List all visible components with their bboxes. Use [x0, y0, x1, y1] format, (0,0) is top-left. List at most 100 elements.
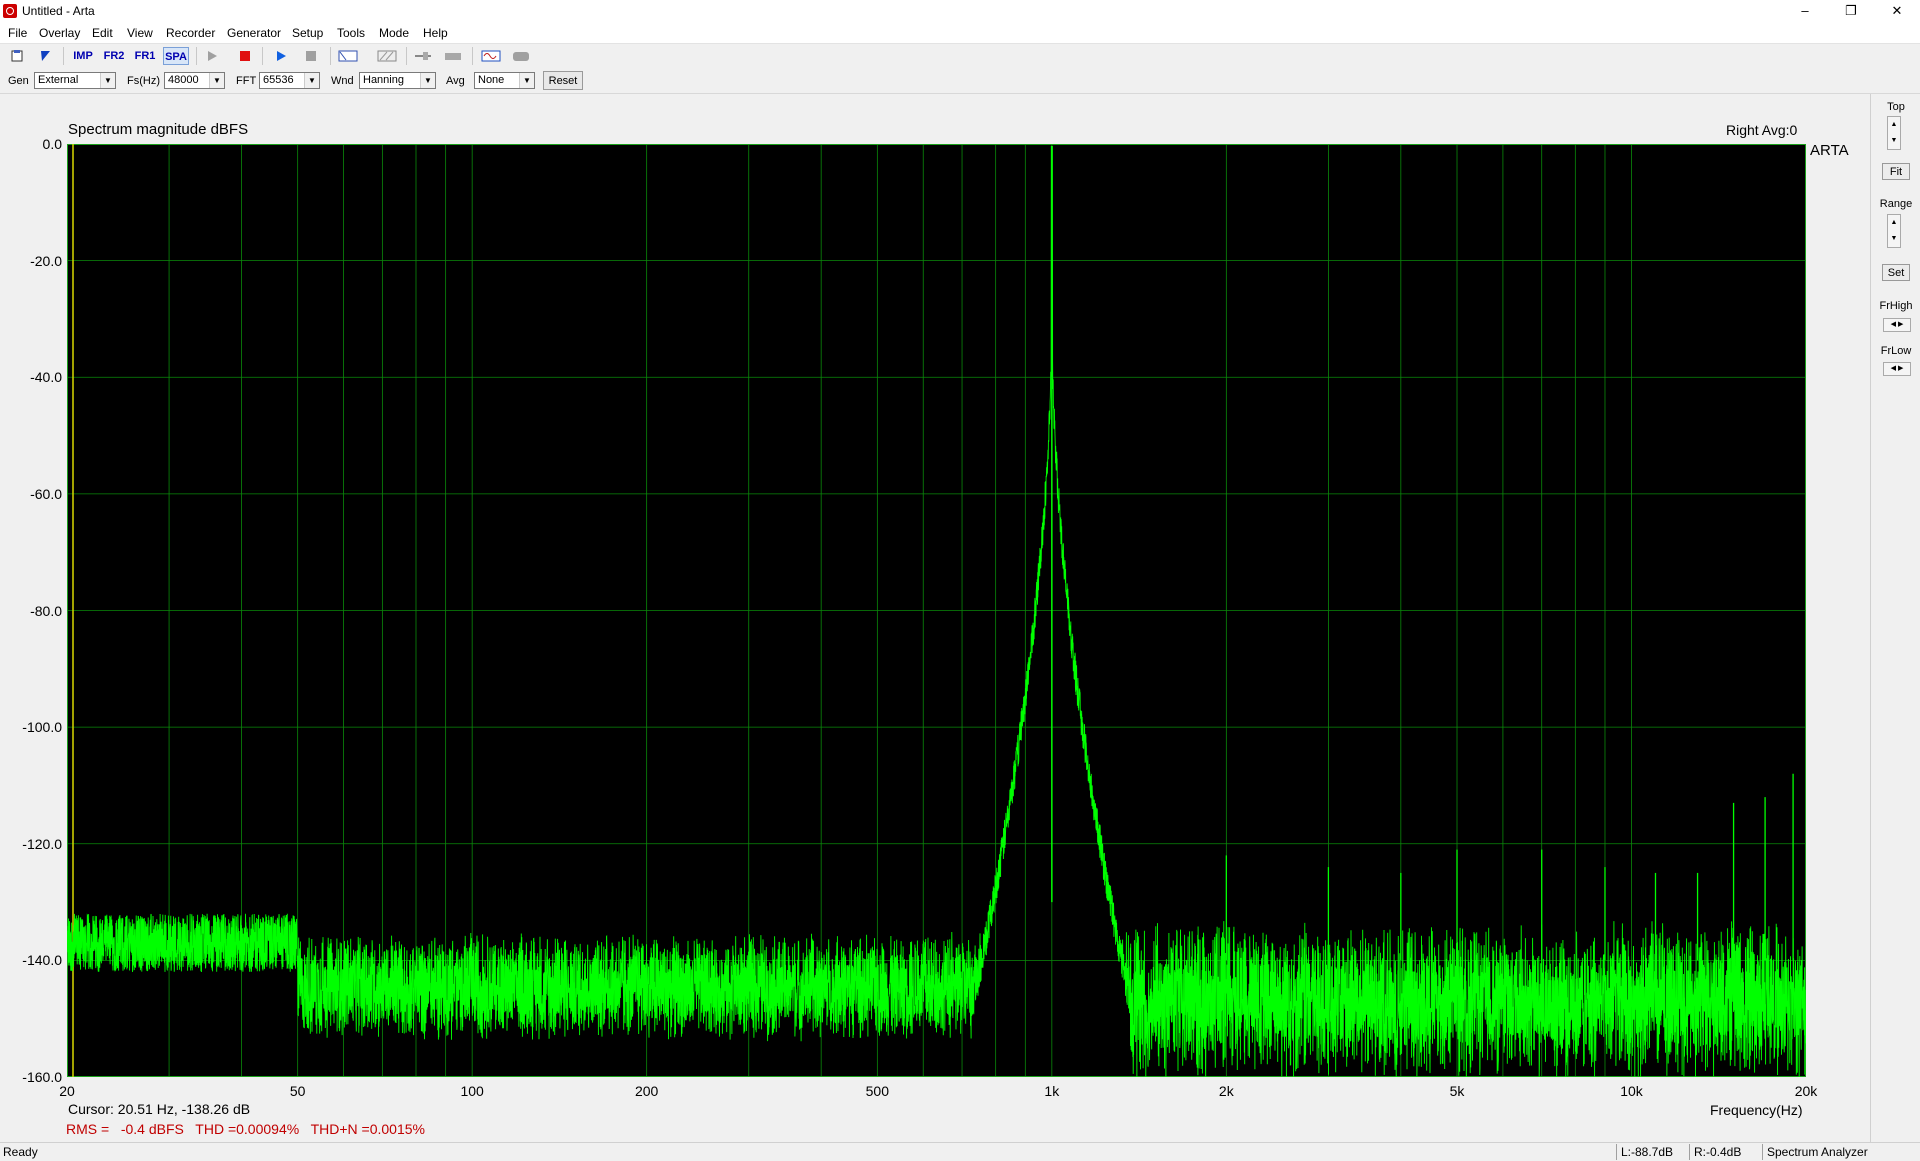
x-axis-label: Frequency(Hz)	[1710, 1102, 1803, 1118]
set-button[interactable]: Set	[1882, 264, 1910, 281]
toolbar-separator	[472, 47, 473, 65]
avg-label: Avg	[446, 75, 465, 87]
abc-button[interactable]	[337, 47, 359, 65]
scale-control-panel: Top ▲ ▼ Fit Range ▲ ▼ Set FrHigh ◀ ▶ FrLow…	[1870, 94, 1920, 1142]
chevron-down-icon: ▼	[100, 73, 115, 88]
start-analyzer-button[interactable]	[272, 47, 290, 65]
fs-value: 48000	[168, 74, 199, 86]
y-tick-label: -120.0	[22, 835, 62, 852]
x-tick-label: 20k	[1794, 1083, 1818, 1099]
slider-icon	[415, 52, 431, 60]
top-spinner[interactable]: ▲ ▼	[1887, 116, 1901, 150]
window-value: Hanning	[363, 74, 404, 86]
window-select[interactable]: Hanning ▼	[359, 72, 436, 89]
status-mode: Spectrum Analyzer	[1767, 1145, 1868, 1159]
restore-button[interactable]: ❐	[1828, 0, 1874, 23]
y-tick-label: -140.0	[22, 952, 62, 969]
gen-select[interactable]: External ▼	[34, 72, 116, 89]
avg-value: None	[478, 74, 505, 86]
menu-view[interactable]: View	[127, 26, 153, 40]
hatch-icon	[377, 50, 397, 62]
menu-edit[interactable]: Edit	[92, 26, 113, 40]
x-tick-label: 20	[59, 1083, 75, 1099]
x-tick-label: 100	[460, 1083, 484, 1099]
new-file-button[interactable]	[8, 47, 26, 65]
arta-app-icon	[3, 4, 17, 18]
new-file-icon	[11, 50, 23, 62]
fft-select[interactable]: 65536 ▼	[259, 72, 320, 89]
y-tick-label: -40.0	[30, 369, 62, 386]
frhigh-label: FrHigh	[1879, 300, 1913, 312]
menu-tools[interactable]: Tools	[337, 26, 365, 40]
frlow-spinner[interactable]: ◀ ▶	[1883, 362, 1911, 376]
x-tick-label: 1k	[1044, 1083, 1060, 1099]
reset-button[interactable]: Reset	[543, 71, 583, 90]
menu-mode[interactable]: Mode	[379, 26, 409, 40]
stop-analyzer-button[interactable]	[302, 47, 320, 65]
menu-recorder[interactable]: Recorder	[166, 26, 215, 40]
play-button[interactable]	[203, 47, 221, 65]
pill-icon	[513, 52, 529, 61]
spa-mode-button[interactable]: SPA	[163, 47, 189, 65]
sine-wave-icon	[481, 50, 501, 62]
cursor-readout: Cursor: 20.51 Hz, -138.26 dB	[68, 1101, 251, 1117]
menu-generator[interactable]: Generator	[227, 26, 281, 40]
fs-select[interactable]: 48000 ▼	[164, 72, 225, 89]
y-tick-label: -20.0	[30, 252, 62, 269]
range-spinner[interactable]: ▲ ▼	[1887, 214, 1901, 248]
window-title: Untitled - Arta	[22, 4, 95, 18]
waveform-button[interactable]	[480, 47, 502, 65]
status-bar: Ready L:-88.7dB R:-0.4dB Spectrum Analyz…	[0, 1142, 1920, 1161]
gen-label: Gen	[8, 75, 29, 87]
fit-button[interactable]: Fit	[1882, 163, 1910, 180]
chevron-down-icon: ▼	[519, 73, 534, 88]
menu-file[interactable]: File	[8, 26, 27, 40]
parameter-bar: Gen External ▼ Fs(Hz) 48000 ▼ FFT 65536 …	[0, 69, 1920, 94]
slider-button[interactable]	[412, 47, 434, 65]
toolbar-separator	[63, 47, 64, 65]
stop-icon	[240, 51, 250, 61]
x-tick-label: 10k	[1620, 1083, 1643, 1099]
channel-avg-label: Right Avg:0	[1726, 122, 1798, 138]
frlow-label: FrLow	[1880, 345, 1912, 357]
hatch-button[interactable]	[376, 47, 398, 65]
imp-mode-button[interactable]: IMP	[70, 47, 96, 65]
y-tick-label: -60.0	[30, 485, 62, 502]
toolbar-separator	[262, 47, 263, 65]
avg-select[interactable]: None ▼	[474, 72, 535, 89]
play-icon	[277, 51, 286, 61]
toolbar-separator	[196, 47, 197, 65]
menu-help[interactable]: Help	[423, 26, 448, 40]
toolbar-separator	[330, 47, 331, 65]
minimize-button[interactable]: –	[1782, 0, 1828, 23]
gray-pill-button[interactable]	[510, 47, 532, 65]
menu-overlay[interactable]: Overlay	[39, 26, 80, 40]
stop-icon	[306, 51, 316, 61]
status-separator	[1616, 1144, 1617, 1160]
fr2-mode-button[interactable]: FR2	[101, 47, 127, 65]
status-separator	[1689, 1144, 1690, 1160]
x-tick-label: 50	[289, 1083, 306, 1099]
record-stop-button[interactable]	[236, 47, 254, 65]
menu-setup[interactable]: Setup	[292, 26, 323, 40]
close-button[interactable]: ✕	[1874, 0, 1920, 23]
arta-logo: ARTA	[1810, 143, 1849, 159]
status-right-level: R:-0.4dB	[1694, 1145, 1742, 1159]
title-bar: Untitled - Arta – ❐ ✕	[0, 0, 1920, 23]
toolbar-separator	[406, 47, 407, 65]
status-ready: Ready	[3, 1145, 38, 1159]
open-file-button[interactable]	[36, 47, 54, 65]
fft-label: FFT	[236, 75, 257, 87]
x-tick-label: 2k	[1218, 1083, 1234, 1099]
frhigh-spinner[interactable]: ◀ ▶	[1883, 318, 1911, 332]
fs-label: Fs(Hz)	[127, 75, 160, 87]
x-tick-label: 500	[865, 1083, 889, 1099]
arrow-icon	[41, 51, 50, 61]
fr1-mode-button[interactable]: FR1	[132, 47, 158, 65]
bar-icon	[445, 53, 461, 60]
fft-value: 65536	[263, 74, 294, 86]
chevron-down-icon: ▼	[304, 73, 319, 88]
bar-button[interactable]	[442, 47, 464, 65]
spectrum-plot[interactable]	[67, 144, 1806, 1077]
toolbar: IMP FR2 FR1 SPA	[0, 44, 1920, 68]
